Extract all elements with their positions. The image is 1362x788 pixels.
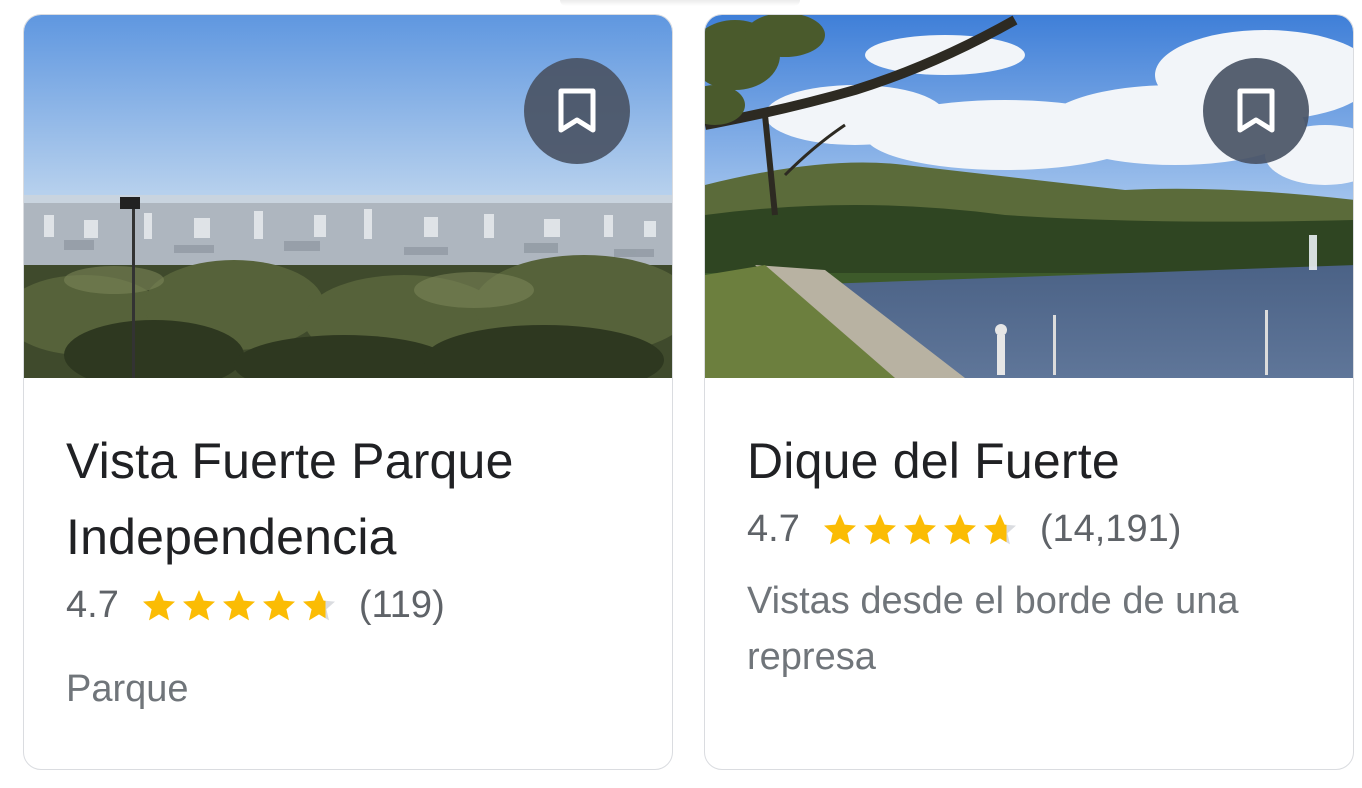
star-icon [182,590,215,621]
star-icon [222,590,255,621]
rating-value: 4.7 [747,507,800,550]
star-icon [983,514,1016,545]
review-count[interactable]: (119) [359,584,445,627]
bookmark-icon [1237,88,1275,133]
place-title[interactable]: Dique del Fuerte [747,423,1323,499]
star-icon [142,590,175,621]
star-icon [943,514,976,545]
star-icon [262,590,295,621]
star-icon [823,514,856,545]
save-bookmark-button[interactable] [524,58,630,164]
place-description: Vistas desde el borde de una represa [747,580,1239,678]
star-icon [302,590,335,621]
star-rating [141,588,337,622]
rating-row: 4.7 (14,191) [747,499,1323,559]
rating-row: 4.7 (119) [66,575,642,635]
review-count[interactable]: (14,191) [1040,508,1182,551]
star-icon [863,514,896,545]
scroll-shadow [560,0,800,6]
save-bookmark-button[interactable] [1203,58,1309,164]
bookmark-icon [558,88,596,133]
star-icon [903,514,936,545]
rating-value: 4.7 [66,583,119,626]
star-rating [822,512,1018,546]
place-title[interactable]: Vista Fuerte Parque Independencia [66,423,642,575]
place-card[interactable]: Vista Fuerte Parque Independencia 4.7 (1… [23,14,673,770]
place-category: Parque [66,668,189,710]
place-card[interactable]: Dique del Fuerte 4.7 (14,191) Vistas des… [704,14,1354,770]
